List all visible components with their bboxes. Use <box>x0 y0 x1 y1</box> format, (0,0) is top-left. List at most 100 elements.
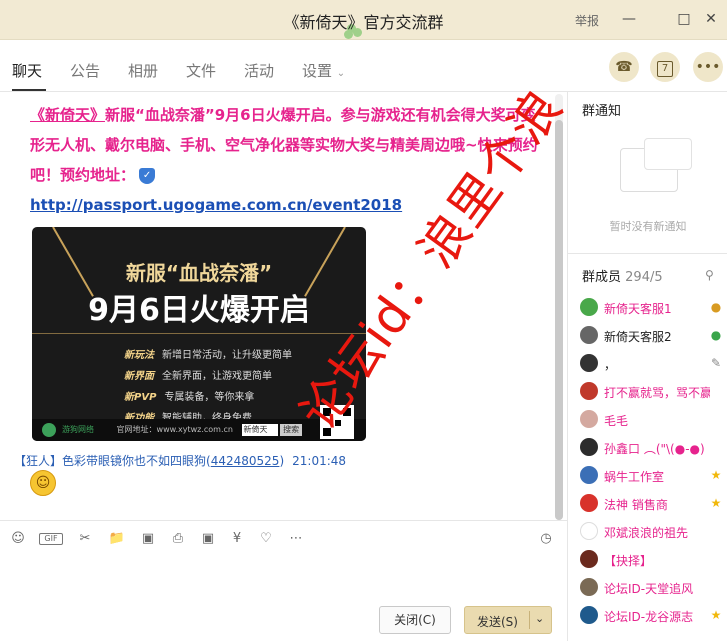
tab-files[interactable]: 文件 <box>186 60 216 81</box>
banner-search-box: 新倚天 <box>241 424 278 436</box>
member-row[interactable]: 论坛ID-天堂追风 <box>580 576 727 600</box>
banner-site: 官网地址：www.xytwz.com.cn <box>116 425 233 434</box>
sender-tag: 【狂人】 <box>14 454 63 468</box>
group-sidebar: 群通知 暂时没有新通知 群成员 294/5 ⚲ 新倚天客服1 ● 新倚天客服2 … <box>567 92 727 641</box>
print-icon[interactable]: ⎙ <box>169 530 187 548</box>
member-row[interactable]: 新倚天客服1 ● <box>580 296 727 320</box>
chevron-down-icon[interactable]: ⌄ <box>535 612 544 625</box>
chevron-down-icon: ⌄ <box>336 68 346 79</box>
close-icon[interactable]: ✕ <box>702 10 720 28</box>
sidebar-divider <box>568 253 727 254</box>
member-row[interactable]: 邓斌浪浪的祖先 <box>580 520 727 544</box>
member-name: 新倚天客服2 <box>604 330 672 344</box>
grin-emoji-icon: ☺ <box>30 470 56 496</box>
members-title: 群成员 294/5 <box>582 270 663 285</box>
calendar-icon[interactable]: 7 <box>650 52 680 82</box>
image-icon[interactable]: ▣ <box>139 530 157 548</box>
banner-search-button: 搜索 <box>280 424 303 436</box>
gift-icon[interactable]: ▣ <box>199 530 217 548</box>
report-button[interactable]: 举报 <box>575 12 599 29</box>
member-name: ， <box>604 358 617 372</box>
member-row[interactable]: ， ✎ <box>580 352 727 376</box>
folder-icon[interactable]: 📁 <box>108 530 126 548</box>
input-toolbar: ☺ GIF ✂ 📁 ▣ ⎙ ▣ ¥ ♡ ⋯ ◷ <box>0 520 567 556</box>
member-name: 新倚天客服1 <box>604 302 672 316</box>
avatar <box>580 326 598 344</box>
empty-notice-icon-back <box>644 138 692 170</box>
send-button-divider <box>529 611 530 629</box>
edit-icon[interactable]: ✎ <box>708 355 724 371</box>
banner-feature-list: 新玩法 新增日常活动，让升级更简单 新界面 全新界面，让游戏更简单 新PVP 专属装备… <box>124 345 292 429</box>
bell-icon[interactable]: ♡ <box>257 530 275 548</box>
members-count: 294/5 <box>625 270 663 285</box>
member-name: 打不赢就骂，骂不赢 <box>604 386 710 400</box>
avatar <box>580 382 598 400</box>
active-tab-indicator <box>12 89 46 91</box>
member-row[interactable]: 蜗牛工作室 ★ <box>580 464 727 488</box>
admin-icon: ● <box>710 328 722 342</box>
star-icon: ★ <box>710 608 722 622</box>
avatar <box>580 438 598 456</box>
banner-brand: 游狗网络 <box>62 425 94 434</box>
gif-icon[interactable]: GIF <box>39 533 63 545</box>
avatar <box>580 410 598 428</box>
tab-chat[interactable]: 聊天 <box>12 60 42 81</box>
close-button[interactable]: 关闭(C) <box>379 606 451 634</box>
avatar <box>580 466 598 484</box>
banner-headline: 9月6日火爆开启 <box>88 293 310 328</box>
avatar <box>580 494 598 512</box>
avatar <box>580 522 598 540</box>
send-button-label: 发送(S) <box>477 615 518 629</box>
window-title: 《新倚天》官方交流群 <box>283 13 444 32</box>
scissors-icon[interactable]: ✂ <box>76 530 94 548</box>
send-button[interactable]: 发送(S) ⌄ <box>464 606 552 634</box>
member-row[interactable]: 论坛ID-龙谷源志 ★ <box>580 604 727 628</box>
message-sender-line: 【狂人】色彩带眼镜你也不如四眼狗(442480525) 21:01:48 <box>14 454 347 468</box>
tab-bar: 聊天 公告 相册 文件 活动 设置 ⌄ ☎ 7 ••• <box>0 40 727 92</box>
member-row[interactable]: 法神 销售商 ★ <box>580 492 727 516</box>
member-name: 毛毛 <box>604 414 629 428</box>
member-row[interactable]: 孙鑫口 ︵("\(●-●) <box>580 436 727 460</box>
tab-album[interactable]: 相册 <box>128 60 158 81</box>
member-row[interactable]: 毛毛 <box>580 408 727 432</box>
history-clock-icon[interactable]: ◷ <box>537 530 555 548</box>
tab-activities[interactable]: 活动 <box>244 60 274 81</box>
tab-announcement[interactable]: 公告 <box>70 60 100 81</box>
member-name: 蜗牛工作室 <box>604 470 665 484</box>
banner-feature: 新玩法 新增日常活动，让升级更简单 <box>124 350 292 361</box>
avatar <box>580 550 598 568</box>
phone-icon[interactable]: ☎ <box>609 52 639 82</box>
star-icon: ★ <box>710 468 722 482</box>
avatar <box>580 578 598 596</box>
tab-settings[interactable]: 设置 ⌄ <box>302 60 345 81</box>
maximize-icon[interactable]: □ <box>675 10 693 28</box>
more-tool-icon[interactable]: ⋯ <box>287 530 305 548</box>
more-icon[interactable]: ••• <box>693 52 723 82</box>
admin-icon: ● <box>710 300 722 314</box>
member-row[interactable]: 打不赢就骂，骂不赢 <box>580 380 727 404</box>
chat-scrollbar-thumb[interactable] <box>555 120 563 520</box>
member-name: 孙鑫口 ︵("\(●-●) <box>604 442 705 456</box>
avatar <box>580 606 598 624</box>
minimize-icon[interactable]: — <box>620 10 638 28</box>
notice-title: 群通知 <box>582 104 622 119</box>
banner-feature: 新PVP 专属装备，等你来拿 <box>124 392 255 403</box>
member-name: 法神 销售商 <box>604 498 668 512</box>
shield-icon[interactable]: ✓ <box>139 167 156 184</box>
banner-title: 新服“血战奈潘” <box>125 261 273 285</box>
member-name: 论坛ID-龙谷源志 <box>604 610 694 624</box>
brand-logo-icon <box>42 423 56 437</box>
emoji-icon[interactable]: ☺ <box>9 530 27 548</box>
search-icon[interactable]: ⚲ <box>705 268 719 282</box>
notice-empty-text: 暂时没有新通知 <box>609 220 687 233</box>
member-row[interactable]: 【抉择】 <box>580 548 727 572</box>
red-packet-icon[interactable]: ¥ <box>228 530 246 548</box>
title-bar: 《新倚天》官方交流群 举报 — □ ✕ <box>0 0 727 40</box>
member-row[interactable]: 新倚天客服2 ● <box>580 324 727 348</box>
avatar <box>580 298 598 316</box>
announcement-link[interactable]: http://passport.ugogame.com.cn/event2018 <box>30 196 402 214</box>
avatar <box>580 354 598 372</box>
member-name: 【抉择】 <box>604 554 653 568</box>
sender-qq[interactable]: 442480525 <box>211 454 280 468</box>
sender-nickname[interactable]: 色彩带眼镜你也不如四眼狗 <box>62 454 206 468</box>
